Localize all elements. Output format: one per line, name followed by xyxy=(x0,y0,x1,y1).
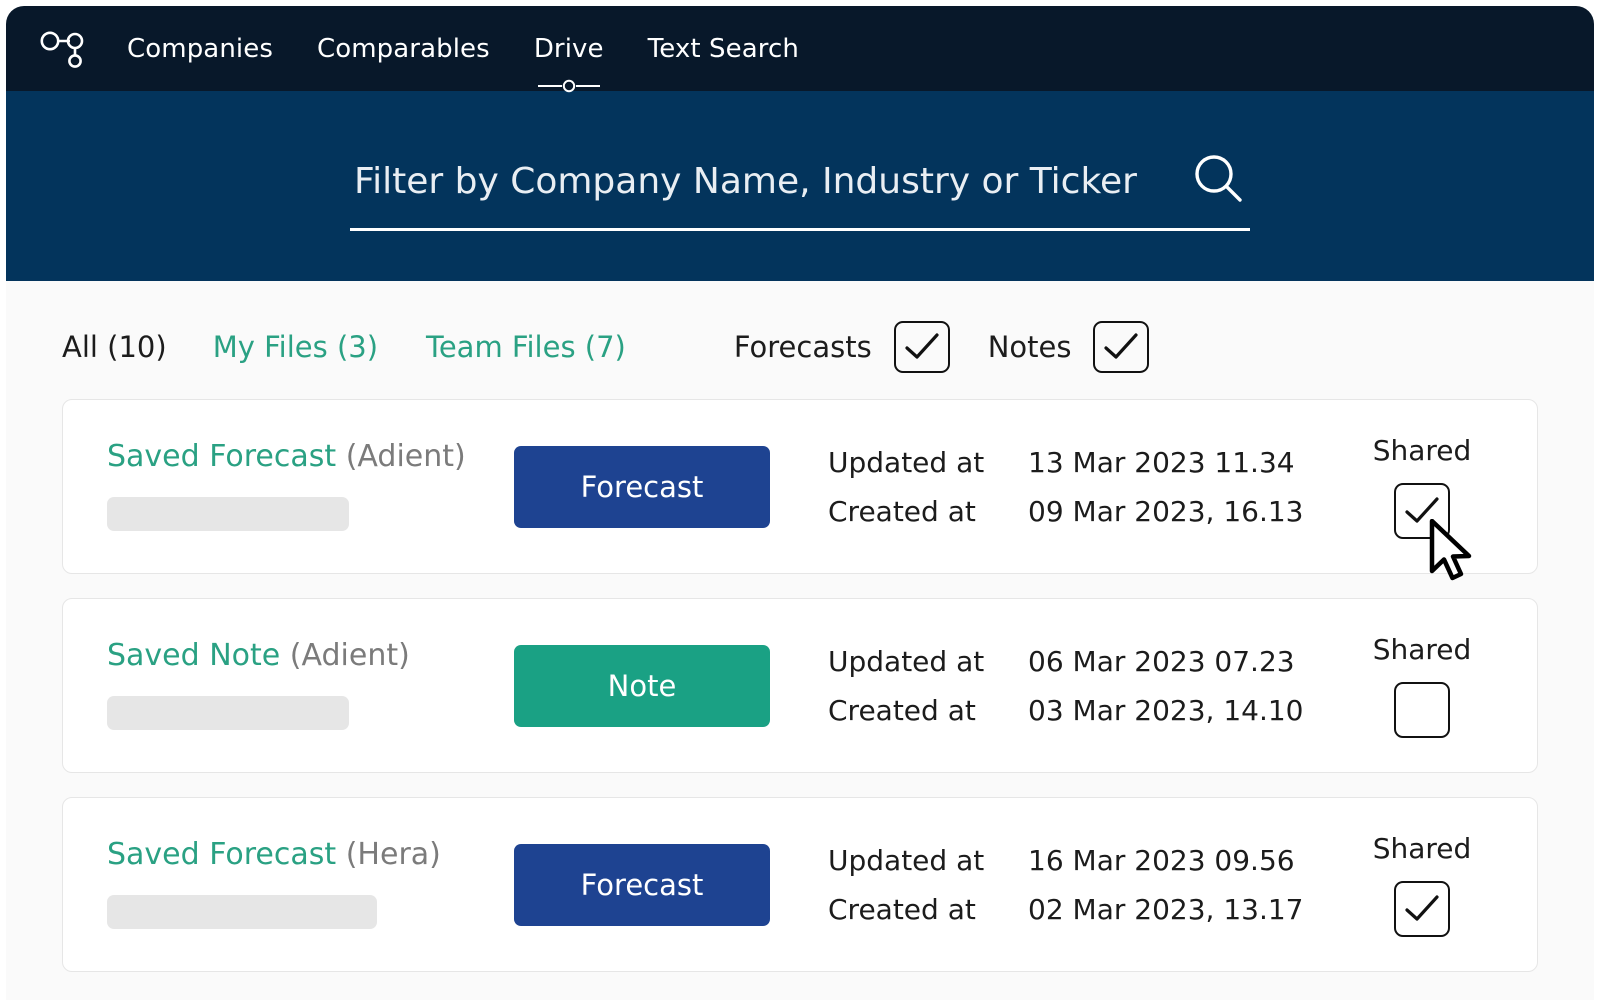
updated-at-label: Updated at xyxy=(828,843,985,877)
tab-my-files[interactable]: My Files (3) xyxy=(213,330,378,364)
card-title-column: Saved Note (Adient) xyxy=(107,641,512,730)
created-at-label: Created at xyxy=(828,693,976,727)
check-icon xyxy=(1405,895,1439,921)
created-at-value: 03 Mar 2023, 14.10 xyxy=(1028,693,1304,727)
card-dates: Updated at 16 Mar 2023 09.56 Created at … xyxy=(828,844,1347,926)
search-box xyxy=(350,148,1250,231)
search-icon[interactable] xyxy=(1188,148,1250,210)
card-shared-column: Shared xyxy=(1347,434,1497,581)
updated-at-row: Updated at 06 Mar 2023 07.23 xyxy=(828,645,1347,678)
card-type-badge[interactable]: Forecast xyxy=(514,843,770,926)
notes-toggle-label: Notes xyxy=(987,330,1072,364)
card-placeholder-bar xyxy=(107,497,349,531)
updated-at-value: 13 Mar 2023 11.34 xyxy=(1028,445,1295,479)
card-company-name: (Adient) xyxy=(289,638,410,673)
created-at-row: Created at 03 Mar 2023, 14.10 xyxy=(828,694,1347,727)
tab-label: My Files (3) xyxy=(212,330,379,364)
active-tab-slider-icon xyxy=(536,70,602,92)
created-at-label: Created at xyxy=(828,494,976,528)
card-dates: Updated at 13 Mar 2023 11.34 Created at … xyxy=(828,446,1347,528)
card-company-name: (Adient) xyxy=(345,439,466,474)
card-file-name: Saved Note xyxy=(107,638,281,673)
nav-item-label: Drive xyxy=(533,33,604,64)
nav-item-label: Comparables xyxy=(316,33,490,64)
card-type-badge-label: Forecast xyxy=(580,469,704,504)
shared-checkbox[interactable] xyxy=(1394,483,1450,539)
nav-item-text-search[interactable]: Text Search xyxy=(626,30,821,68)
nav-item-companies[interactable]: Companies xyxy=(105,30,295,68)
card-placeholder-bar xyxy=(107,895,377,929)
card-file-name: Saved Forecast xyxy=(107,439,337,474)
created-at-label: Created at xyxy=(828,892,976,926)
card-title: Saved Forecast (Adient) xyxy=(107,442,512,472)
card-shared-column: Shared xyxy=(1347,832,1497,937)
updated-at-label: Updated at xyxy=(828,445,985,479)
created-at-row: Created at 02 Mar 2023, 13.17 xyxy=(828,893,1347,926)
forecasts-toggle-label: Forecasts xyxy=(733,330,872,364)
nav-item-drive[interactable]: Drive xyxy=(512,30,626,92)
file-cards-list: Saved Forecast (Adient) Forecast Updated… xyxy=(62,399,1538,972)
card-company-name: (Hera) xyxy=(345,837,441,872)
shared-checkbox[interactable] xyxy=(1394,682,1450,738)
search-band xyxy=(6,91,1594,281)
card-shared-column: Shared xyxy=(1347,633,1497,738)
updated-at-row: Updated at 16 Mar 2023 09.56 xyxy=(828,844,1347,877)
check-icon xyxy=(905,333,939,359)
card-dates: Updated at 06 Mar 2023 07.23 Created at … xyxy=(828,645,1347,727)
tab-all[interactable]: All (10) xyxy=(62,330,167,364)
content-area: All (10) My Files (3) Team Files (7) For… xyxy=(6,281,1594,1000)
card-type-badge[interactable]: Forecast xyxy=(514,445,770,528)
app-shell: Companies Comparables Drive Text Search xyxy=(6,6,1594,1000)
created-at-value: 02 Mar 2023, 13.17 xyxy=(1028,892,1304,926)
app-root: Companies Comparables Drive Text Search xyxy=(0,0,1600,1000)
filter-bar: All (10) My Files (3) Team Files (7) For… xyxy=(62,281,1538,399)
check-icon xyxy=(1104,333,1139,359)
type-toggles: Forecasts Notes xyxy=(734,321,1150,373)
three-node-graph-icon[interactable] xyxy=(39,25,91,73)
file-card[interactable]: Saved Forecast (Hera) Forecast Updated a… xyxy=(62,797,1538,972)
card-placeholder-bar xyxy=(107,696,349,730)
forecasts-checkbox[interactable] xyxy=(893,321,950,373)
tab-label: Team Files (7) xyxy=(426,330,626,364)
card-type-badge[interactable]: Note xyxy=(514,644,770,727)
updated-at-value: 16 Mar 2023 09.56 xyxy=(1028,843,1295,877)
card-title: Saved Note (Adient) xyxy=(107,641,512,671)
card-title-column: Saved Forecast (Adient) xyxy=(107,442,512,531)
nav-item-label: Companies xyxy=(127,33,273,64)
tab-label: All (10) xyxy=(62,330,167,364)
created-at-value: 09 Mar 2023, 16.13 xyxy=(1028,494,1304,528)
updated-at-label: Updated at xyxy=(828,644,985,678)
shared-label: Shared xyxy=(1372,434,1472,467)
nav-item-comparables[interactable]: Comparables xyxy=(295,30,512,68)
created-at-row: Created at 09 Mar 2023, 16.13 xyxy=(828,495,1347,528)
nav-item-label: Text Search xyxy=(647,33,799,64)
check-icon xyxy=(1405,497,1439,523)
shared-label: Shared xyxy=(1372,633,1472,666)
updated-at-value: 06 Mar 2023 07.23 xyxy=(1028,644,1295,678)
top-navigation-bar: Companies Comparables Drive Text Search xyxy=(6,6,1594,92)
file-card[interactable]: Saved Note (Adient) Note Updated at 06 M… xyxy=(62,598,1538,773)
card-title: Saved Forecast (Hera) xyxy=(107,840,512,870)
notes-checkbox[interactable] xyxy=(1093,321,1150,373)
card-title-column: Saved Forecast (Hera) xyxy=(107,840,512,929)
card-file-name: Saved Forecast xyxy=(107,837,337,872)
updated-at-row: Updated at 13 Mar 2023 11.34 xyxy=(828,446,1347,479)
card-type-badge-label: Forecast xyxy=(580,867,704,902)
file-card[interactable]: Saved Forecast (Adient) Forecast Updated… xyxy=(62,399,1538,581)
card-type-badge-label: Note xyxy=(607,668,677,703)
search-input[interactable] xyxy=(350,160,1188,206)
shared-label: Shared xyxy=(1372,832,1472,865)
shared-checkbox[interactable] xyxy=(1394,881,1450,937)
tab-team-files[interactable]: Team Files (7) xyxy=(426,330,626,364)
